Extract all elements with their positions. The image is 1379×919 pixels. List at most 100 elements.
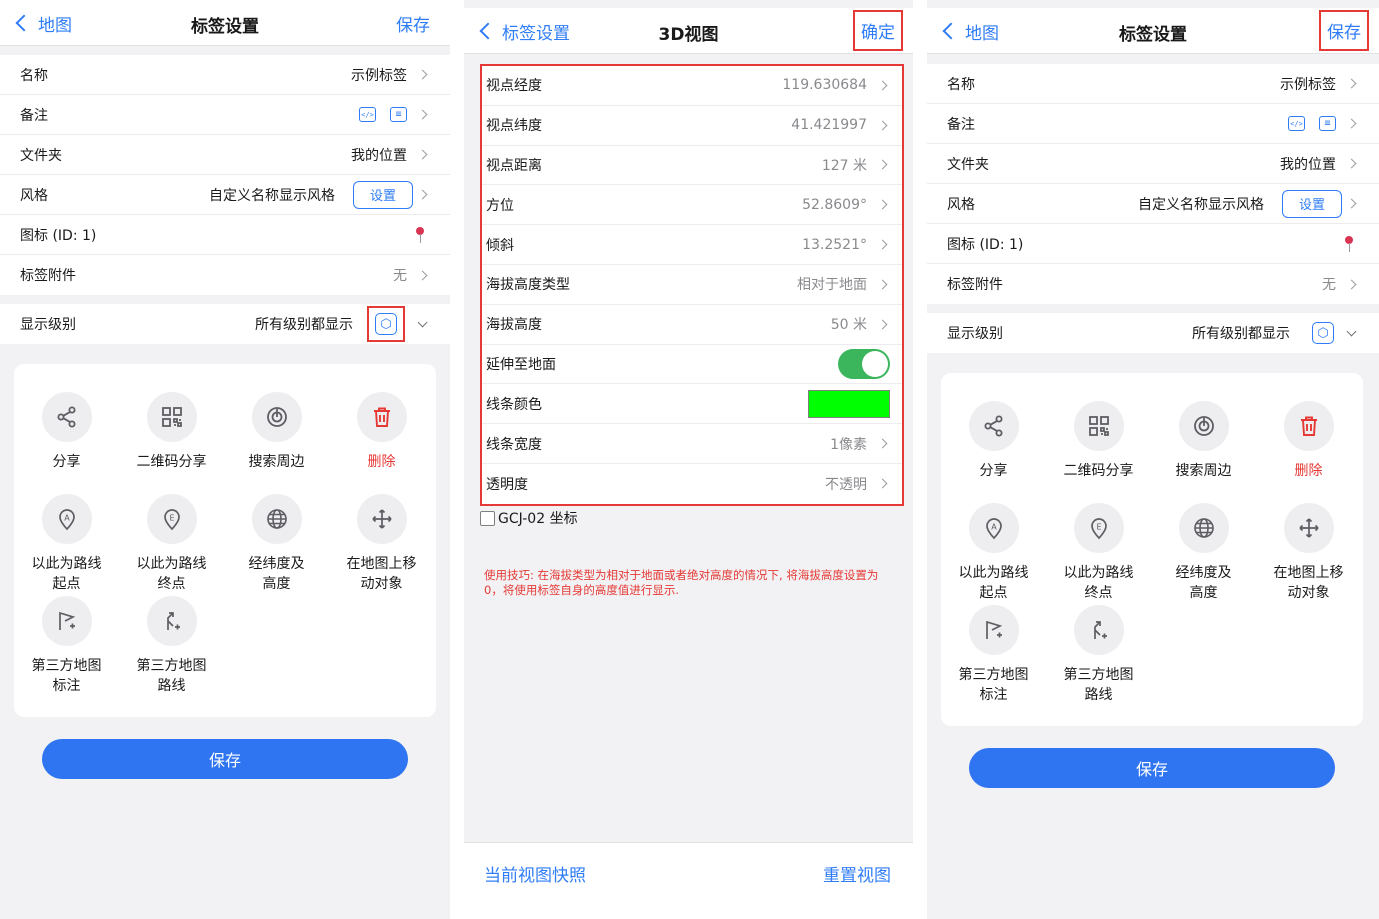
globe-icon [1178,503,1229,553]
action-search-nearby[interactable]: 搜索周边 [1151,401,1256,481]
line-color-swatch[interactable] [808,389,890,418]
action-delete[interactable]: 删除 [1256,401,1361,481]
row-line-width[interactable]: 线条宽度 1像素 [482,424,902,464]
row-altitude[interactable]: 海拔高度 50 米 [482,305,902,345]
action-route-start[interactable]: A 以此为路线 起点 [14,494,119,594]
row-remark[interactable]: 备注 </> ≡ [927,104,1379,144]
3d-view-icon[interactable]: ⬡ [1312,322,1334,344]
row-altitude-type[interactable]: 海拔高度类型 相对于地面 [482,265,902,305]
route-start-icon: A [968,503,1019,553]
back-button[interactable]: 地图 [939,18,999,44]
row-icon[interactable]: 图标 (ID: 1) [927,224,1379,264]
row-display-level[interactable]: 显示级别 所有级别都显示 ⬡ [0,304,450,344]
chevron-left-icon [942,22,960,40]
chevron-down-icon[interactable] [1346,326,1357,336]
style-settings-button[interactable]: 设置 [1282,189,1342,218]
route-turn-icon [146,596,197,646]
action-coordinates[interactable]: 经纬度及 高度 [224,494,329,594]
confirm-button[interactable]: 确定 [853,10,903,51]
row-style[interactable]: 风格 自定义名称显示风格 设置 [0,175,450,215]
action-route-start[interactable]: A 以此为路线 起点 [941,503,1046,603]
chevron-right-icon [877,80,888,91]
row-opacity[interactable]: 透明度 不透明 [482,464,902,504]
row-icon[interactable]: 图标 (ID: 1) [0,215,450,255]
list-icon[interactable]: ≡ [390,107,407,122]
list-icon[interactable]: ≡ [1319,116,1336,131]
chevron-right-icon [417,109,428,120]
row-display-level[interactable]: 显示级别 所有级别都显示 ⬡ [927,313,1379,353]
3d-view-icon[interactable]: ⬡ [375,313,397,335]
snapshot-button[interactable]: 当前视图快照 [484,861,586,886]
action-qrcode-share[interactable]: 二维码分享 [1046,401,1151,481]
usage-tip: 使用技巧: 在海拔类型为相对于地面或者绝对高度的情况下, 将海拔高度设置为0，将… [484,568,879,597]
chevron-right-icon [1346,118,1357,129]
display-level-group: 显示级别 所有级别都显示 ⬡ [0,304,450,344]
map-pin-icon [1345,235,1353,252]
share-icon [41,392,92,442]
row-name[interactable]: 名称 示例标签 [0,55,450,95]
row-name[interactable]: 名称 示例标签 [927,64,1379,104]
row-folder[interactable]: 文件夹 我的位置 [0,135,450,175]
action-third-party-mark[interactable]: 第三方地图 标注 [941,605,1046,705]
row-style[interactable]: 风格 自定义名称显示风格 设置 [927,184,1379,224]
action-share[interactable]: 分享 [14,392,119,472]
row-attachment[interactable]: 标签附件 无 [0,255,450,295]
route-turn-icon [1073,605,1124,655]
save-bottom-button[interactable]: 保存 [969,748,1335,788]
route-end-icon: E [146,494,197,544]
action-third-party-mark[interactable]: 第三方地图 标注 [14,596,119,696]
3d-settings-list: 视点经度 119.630684 视点纬度 41.421997 视点距离 127 米 方… [480,64,904,506]
back-button[interactable]: 地图 [12,10,72,36]
move-icon [356,494,407,544]
action-route-end[interactable]: E 以此为路线 终点 [1046,503,1151,603]
label-settings-panel-right: 地图 标签设置 保存 名称 示例标签 备注 </> ≡ 文件夹 我的位置 风格 … [927,0,1379,919]
nav-bar: 地图 标签设置 保存 [0,0,450,46]
back-button[interactable]: 标签设置 [476,18,570,44]
extend-ground-toggle[interactable] [838,348,890,379]
chevron-right-icon [417,149,428,160]
style-settings-button[interactable]: 设置 [353,180,413,209]
chevron-right-icon [1346,78,1357,89]
row-attachment[interactable]: 标签附件 无 [927,264,1379,304]
action-qrcode-share[interactable]: 二维码分享 [119,392,224,472]
action-move-object[interactable]: 在地图上移 动对象 [1256,503,1361,603]
save-button[interactable]: 保存 [1319,10,1369,51]
action-delete[interactable]: 删除 [329,392,434,472]
action-third-party-route[interactable]: 第三方地图 路线 [119,596,224,696]
action-route-end[interactable]: E 以此为路线 终点 [119,494,224,594]
route-end-icon: E [1073,503,1124,553]
chevron-right-icon [877,319,888,330]
chevron-right-icon [417,189,428,200]
row-distance[interactable]: 视点距离 127 米 [482,146,902,186]
row-tilt[interactable]: 倾斜 13.2521° [482,225,902,265]
action-move-object[interactable]: 在地图上移 动对象 [329,494,434,594]
save-button[interactable]: 保存 [396,11,430,36]
chevron-right-icon [417,270,428,280]
action-card: 分享 二维码分享 搜索周边 删除 A 以此为路线 起点 E 以此为路线 终点 经… [14,364,436,717]
action-share[interactable]: 分享 [941,401,1046,481]
row-heading[interactable]: 方位 52.8609° [482,185,902,226]
row-remark[interactable]: 备注 </> ≡ [0,95,450,135]
code-icon[interactable]: </> [1288,116,1305,131]
svg-text:E: E [1096,523,1101,532]
row-latitude[interactable]: 视点纬度 41.421997 [482,106,902,146]
save-bottom-button[interactable]: 保存 [42,739,408,779]
globe-icon [251,494,302,544]
action-search-nearby[interactable]: 搜索周边 [224,392,329,472]
row-longitude[interactable]: 视点经度 119.630684 [482,66,902,106]
chevron-right-icon [1346,198,1357,209]
svg-text:A: A [64,514,70,523]
chevron-right-icon [877,160,888,170]
row-folder[interactable]: 文件夹 我的位置 [927,144,1379,184]
gcj02-checkbox[interactable] [480,510,495,526]
action-coordinates[interactable]: 经纬度及 高度 [1151,503,1256,603]
gcj02-option[interactable]: GCJ-02 坐标 [480,508,578,528]
move-icon [1283,503,1334,553]
code-icon[interactable]: </> [359,107,376,122]
highlight-box: ⬡ [367,306,405,342]
chevron-down-icon[interactable] [417,317,428,327]
svg-text:E: E [169,514,174,523]
action-third-party-route[interactable]: 第三方地图 路线 [1046,605,1151,705]
reset-view-button[interactable]: 重置视图 [823,861,891,886]
chevron-left-icon [479,22,497,40]
